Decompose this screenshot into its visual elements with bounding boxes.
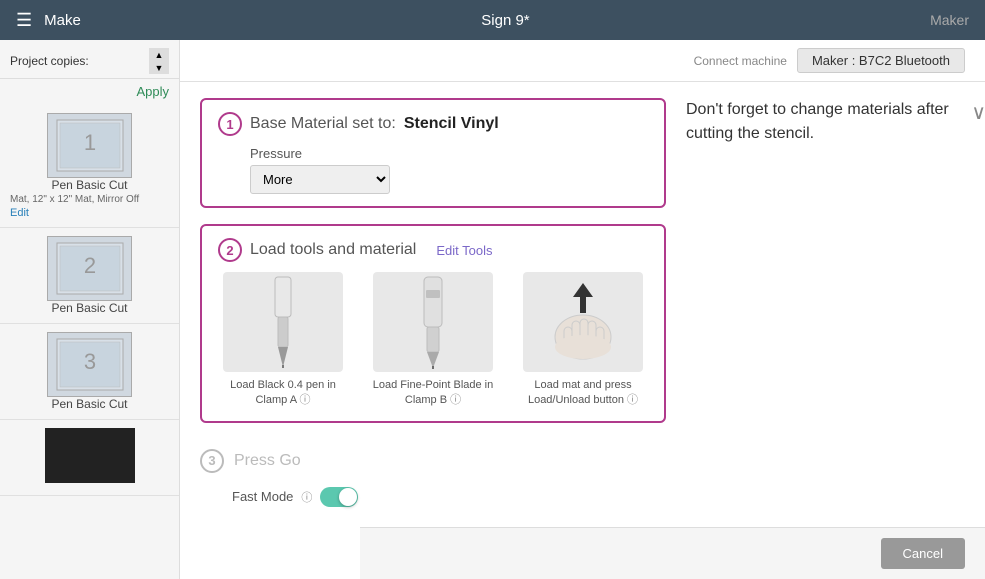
header: ☰ Make Sign 9* Maker [0,0,985,40]
step-3-circle: 3 [200,449,224,473]
fast-mode-info-icon[interactable]: ⓘ [301,489,312,505]
cancel-button[interactable]: Cancel [881,538,965,569]
sidebar-item-mat-4[interactable] [0,420,179,496]
svg-text:1: 1 [83,130,95,155]
mat-edit-1[interactable]: Edit [10,207,29,219]
connect-bar: Connect machine Maker : B7C2 Bluetooth [180,40,985,82]
menu-icon[interactable]: ☰ [16,10,32,31]
tool-image-blade [373,272,493,372]
sidebar-item-mat-2[interactable]: 2 Pen Basic Cut [0,228,179,324]
fast-mode-label: Fast Mode [232,489,293,504]
pressure-section: Pressure Less Default More [250,146,648,194]
step-1-box: 1 Base Material set to: Stencil Vinyl Pr… [200,98,666,208]
tools-row: Load Black 0.4 pen in Clamp A ⓘ [218,272,648,409]
step-1-material: Stencil Vinyl [404,115,499,133]
tool-label-mat: Load mat and press Load/Unload button ⓘ [518,378,648,409]
tool-item-blade: Load Fine-Point Blade in Clamp B ⓘ [368,272,498,409]
chevron-button[interactable]: ∨ [971,100,985,125]
step-1-circle: 1 [218,112,242,136]
pressure-select[interactable]: Less Default More [250,165,390,194]
mat-label-2: Pen Basic Cut [51,301,127,315]
spin-down[interactable]: ▼ [149,61,169,74]
step-1-header: 1 Base Material set to: Stencil Vinyl [218,112,648,136]
mat-thumbnail-4 [45,428,135,483]
step-3-area: 3 Press Go [200,439,666,483]
tool-item-mat: Load mat and press Load/Unload button ⓘ [518,272,648,409]
tool-info-icon-mat[interactable]: ⓘ [627,394,638,406]
copies-spinner[interactable]: ▲ ▼ [149,48,169,74]
edit-tools-link[interactable]: Edit Tools [436,243,492,258]
tool-info-icon-pen[interactable]: ⓘ [300,394,311,406]
sidebar-item-mat-3[interactable]: 3 Pen Basic Cut [0,324,179,420]
svg-text:2: 2 [83,253,95,278]
apply-area: Apply [0,79,179,105]
sidebar-item-mat-1[interactable]: 1 Pen Basic Cut Mat, 12" x 12" Mat, Mirr… [0,105,179,228]
tool-label-pen: Load Black 0.4 pen in Clamp A ⓘ [218,378,348,409]
info-column: Don't forget to change materials after c… [686,98,985,507]
fast-mode-toggle[interactable] [320,487,358,507]
spin-up[interactable]: ▲ [149,48,169,61]
connect-label: Connect machine [694,54,787,68]
page-title: Sign 9* [81,12,930,29]
step-1-title: Base Material set to: [250,115,396,133]
project-copies-label: Project copies: [10,54,145,68]
press-go-label: Press Go [234,452,301,470]
content-area: 1 Base Material set to: Stencil Vinyl Pr… [180,82,985,523]
sidebar: Project copies: ▲ ▼ Apply 1 Pen Basic Cu… [0,40,180,579]
apply-button[interactable]: Apply [136,84,169,99]
mat-label-3: Pen Basic Cut [51,397,127,411]
tool-image-pen [223,272,343,372]
mat-thumbnail-3: 3 [47,332,132,397]
footer: Cancel [360,527,985,579]
step-2-header: 2 Load tools and material Edit Tools [218,238,648,262]
main-layout: Project copies: ▲ ▼ Apply 1 Pen Basic Cu… [0,40,985,579]
info-row: Don't forget to change materials after c… [686,98,985,146]
step-2-title: Load tools and material [250,241,416,259]
mat-label-1: Pen Basic Cut [51,178,127,192]
info-text: Don't forget to change materials after c… [686,98,963,146]
sidebar-top: Project copies: ▲ ▼ [0,40,179,79]
step-2-circle: 2 [218,238,242,262]
maker-label: Maker [930,12,969,28]
svg-text:3: 3 [83,349,95,374]
tool-info-icon-blade[interactable]: ⓘ [450,394,461,406]
tool-image-mat [523,272,643,372]
step-2-box: 2 Load tools and material Edit Tools [200,224,666,423]
tool-label-blade: Load Fine-Point Blade in Clamp B ⓘ [368,378,498,409]
maker-connect-button[interactable]: Maker : B7C2 Bluetooth [797,48,965,73]
mat-info-1: Mat, 12" x 12" Mat, Mirror Off [10,194,169,205]
fast-mode-area: Fast Mode ⓘ [232,487,666,507]
mat-thumbnail-1: 1 [47,113,132,178]
pressure-label: Pressure [250,146,648,161]
toggle-knob [339,488,357,506]
main-content: Connect machine Maker : B7C2 Bluetooth 1… [180,40,985,579]
steps-column: 1 Base Material set to: Stencil Vinyl Pr… [200,98,666,507]
mat-thumbnail-2: 2 [47,236,132,301]
tool-item-pen: Load Black 0.4 pen in Clamp A ⓘ [218,272,348,409]
make-label: Make [44,12,81,29]
